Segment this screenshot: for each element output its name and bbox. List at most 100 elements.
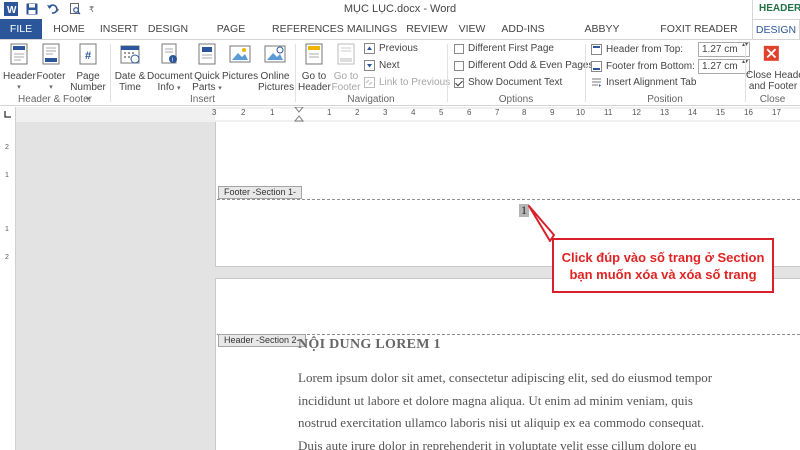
ruler-tick: 2 xyxy=(355,108,360,117)
tab-hf-design[interactable]: DESIGN xyxy=(752,19,800,40)
footer-dropdown-icon: ▾ xyxy=(49,84,53,91)
tab-mailings[interactable]: MAILINGS xyxy=(344,19,400,39)
close-icon xyxy=(763,45,779,61)
horizontal-ruler[interactable]: 3 2 1 1 2 3 4 5 6 7 8 9 10 11 12 13 14 1… xyxy=(16,107,800,122)
online-pictures-button[interactable]: Online Pictures xyxy=(258,42,295,93)
quick-parts-button[interactable]: Quick Parts ▾ xyxy=(192,42,222,94)
next-button[interactable]: Next xyxy=(364,60,400,71)
ruler-tick: 10 xyxy=(576,108,585,117)
tab-add-ins[interactable]: ADD-INS xyxy=(496,19,550,39)
header-from-top-input[interactable]: 1.27 cm xyxy=(698,42,750,57)
quick-parts-label-1: Quick xyxy=(194,71,220,82)
tab-selector[interactable] xyxy=(0,107,16,122)
header-button[interactable]: Header ▾ xyxy=(3,42,36,93)
close-label-1: Close Header xyxy=(746,70,800,81)
ruler-tick: 12 xyxy=(632,108,641,117)
goto-header-label-1: Go to xyxy=(301,71,327,82)
footer-icon xyxy=(42,43,60,65)
tab-design[interactable]: DESIGN xyxy=(146,19,190,39)
footer-from-bottom-label: Footer from Bottom: xyxy=(606,61,695,72)
next-icon xyxy=(364,60,375,71)
svg-text:i: i xyxy=(172,58,173,64)
header-section-2-tag: Header -Section 2- xyxy=(218,334,306,347)
online-pictures-label-2: Pictures xyxy=(258,82,295,93)
link-icon xyxy=(364,77,375,88)
tab-review[interactable]: REVIEW xyxy=(406,19,448,39)
insert-alignment-tab-button[interactable]: Insert Alignment Tab xyxy=(591,77,696,88)
document-paragraph[interactable]: Lorem ipsum dolor sit amet, consectetur … xyxy=(298,367,778,450)
vruler-tick: 2 xyxy=(5,254,9,261)
ruler-tick: 17 xyxy=(772,108,781,117)
tab-references[interactable]: REFERENCES xyxy=(272,19,344,39)
group-label-insert: Insert xyxy=(189,94,215,105)
ruler-tick: 6 xyxy=(467,108,472,117)
previous-label: Previous xyxy=(379,43,418,54)
previous-button[interactable]: Previous xyxy=(364,43,418,54)
document-heading[interactable]: NỘI DUNG LOREM 1 xyxy=(298,337,441,353)
tab-insert[interactable]: INSERT xyxy=(98,19,140,39)
document-info-icon: i xyxy=(161,43,177,64)
header-label: Header xyxy=(3,71,36,82)
quick-parts-label-2: Parts ▾ xyxy=(192,82,222,93)
ruler-tick: 4 xyxy=(411,108,416,117)
header-dropdown-icon: ▾ xyxy=(17,84,21,91)
footer-from-bottom-input[interactable]: 1.27 cm xyxy=(698,59,750,74)
different-first-page-option[interactable]: Different First Page xyxy=(454,43,554,54)
vruler-tick: 2 xyxy=(5,144,9,151)
page-number-icon: # xyxy=(79,43,97,65)
vertical-ruler[interactable]: 2 1 1 2 xyxy=(0,122,16,450)
ruler-tick: 11 xyxy=(604,108,613,117)
insert-alignment-tab-label: Insert Alignment Tab xyxy=(606,77,697,88)
goto-footer-icon xyxy=(337,43,355,65)
footer-boundary-line xyxy=(217,199,800,200)
tab-home[interactable]: HOME xyxy=(48,19,90,39)
picture-icon xyxy=(229,45,251,63)
ruler-tick: 1 xyxy=(270,108,275,117)
tab-file[interactable]: FILE xyxy=(0,19,42,39)
header-position-icon xyxy=(591,44,602,55)
ruler-tick: 3 xyxy=(383,108,388,117)
indent-marker-icon[interactable] xyxy=(294,107,304,122)
instruction-callout: Click đúp vào số trang ở Section bạn muố… xyxy=(552,238,774,293)
tab-foxit[interactable]: FOXIT READER PDF xyxy=(654,19,744,55)
show-document-text-checkbox[interactable] xyxy=(454,77,464,88)
online-picture-icon xyxy=(264,45,286,63)
close-header-footer-button[interactable]: Close Header and Footer xyxy=(746,42,800,92)
ruler-tick: 2 xyxy=(241,108,246,117)
ruler-tick: 8 xyxy=(522,108,527,117)
ruler-tick: 16 xyxy=(744,108,753,117)
document-info-button[interactable]: i Document Info ▾ xyxy=(147,42,193,94)
vruler-tick: 1 xyxy=(5,172,9,179)
vruler-tick: 1 xyxy=(5,226,9,233)
context-tab-title: HEADER & xyxy=(752,0,800,19)
footer-position-icon xyxy=(591,61,602,72)
show-document-text-option[interactable]: Show Document Text xyxy=(454,77,562,88)
different-odd-even-label: Different Odd & Even Pages xyxy=(468,60,594,71)
ruler-tick: 3 xyxy=(212,108,217,117)
different-odd-even-checkbox[interactable] xyxy=(454,60,464,71)
svg-text:#: # xyxy=(85,50,91,62)
window-title: MỤC LỤC.docx - Word xyxy=(343,3,457,15)
date-time-button[interactable]: Date & Time xyxy=(113,42,147,93)
link-to-previous-button[interactable]: Link to Previous xyxy=(364,77,450,88)
ruler-tick: 9 xyxy=(550,108,555,117)
tab-abbyy[interactable]: ABBYY FineReader 12 xyxy=(556,19,648,55)
footer-button[interactable]: Footer ▾ xyxy=(35,42,67,93)
different-first-page-checkbox[interactable] xyxy=(454,43,464,54)
callout-line-1: Click đúp vào số trang ở Section xyxy=(561,250,765,265)
document-info-label-1: Document xyxy=(147,71,193,82)
tab-view[interactable]: VIEW xyxy=(454,19,490,39)
quick-parts-icon xyxy=(198,43,216,65)
goto-footer-button[interactable]: Go to Footer xyxy=(330,42,362,93)
paragraph-line: Duis aute irure dolor in reprehenderit i… xyxy=(298,437,697,450)
footer-label: Footer xyxy=(36,71,66,82)
header-from-top-label: Header from Top: xyxy=(606,44,684,55)
ruler-tick: 5 xyxy=(439,108,444,117)
goto-header-button[interactable]: Go to Header xyxy=(298,42,331,93)
footer-from-bottom-row: Footer from Bottom: 1.27 cm xyxy=(591,59,750,74)
different-odd-even-option[interactable]: Different Odd & Even Pages xyxy=(454,60,593,71)
link-to-previous-label: Link to Previous xyxy=(379,77,451,88)
ruler-tick: 14 xyxy=(688,108,697,117)
tab-page-layout[interactable]: PAGE LAYOUT xyxy=(198,19,264,55)
pictures-button[interactable]: Pictures xyxy=(222,42,258,82)
